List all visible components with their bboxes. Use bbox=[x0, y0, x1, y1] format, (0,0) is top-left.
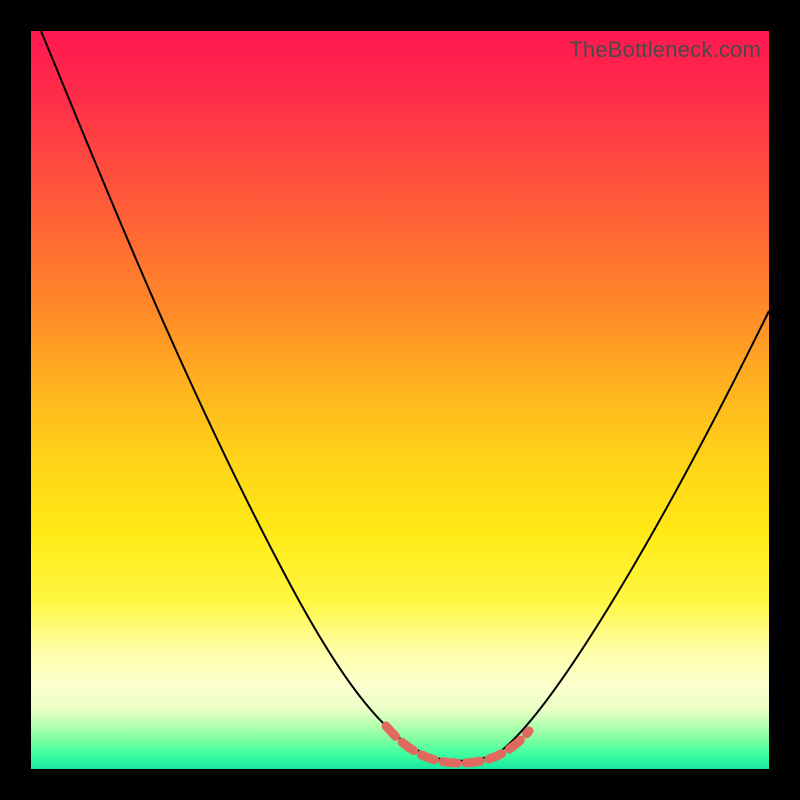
plot-area: TheBottleneck.com bbox=[31, 31, 769, 769]
curve-layer bbox=[31, 31, 769, 769]
curve-left-limb bbox=[41, 31, 419, 751]
chart-frame: TheBottleneck.com bbox=[0, 0, 800, 800]
curve-right-limb bbox=[501, 311, 769, 751]
